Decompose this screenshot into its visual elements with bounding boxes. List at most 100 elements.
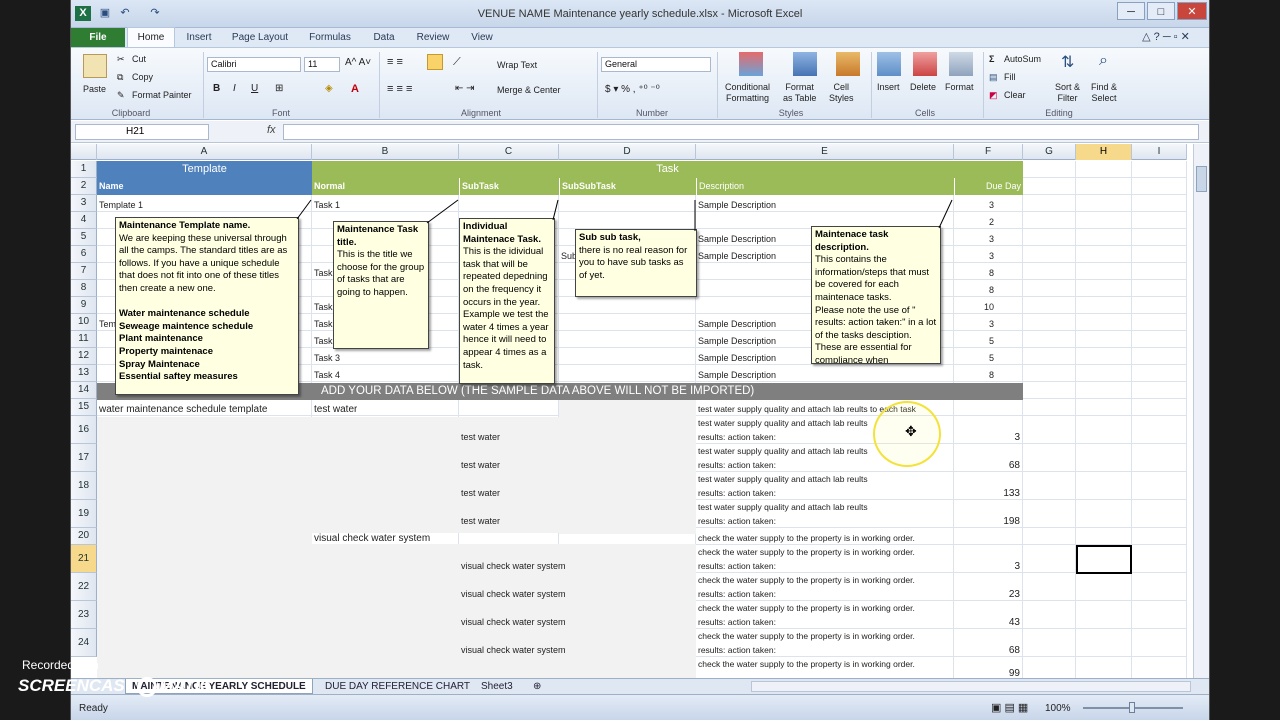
vertical-scrollbar[interactable]: [1193, 144, 1209, 678]
cell-e5[interactable]: Sample Description: [698, 234, 776, 244]
row-header[interactable]: 7: [71, 263, 97, 280]
cell-f18[interactable]: 133: [964, 488, 1020, 499]
cell-e22-line2[interactable]: results: action taken:: [698, 589, 776, 599]
fill-color-icon[interactable]: ◈: [325, 83, 333, 94]
row-header[interactable]: 11: [71, 331, 97, 348]
row-header[interactable]: 20: [71, 528, 97, 545]
cell-c22[interactable]: visual check water system: [461, 589, 566, 599]
row-header[interactable]: 19: [71, 500, 97, 528]
format-button[interactable]: Format: [945, 82, 974, 92]
zoom-level[interactable]: 100%: [1045, 703, 1071, 714]
find-select-button[interactable]: Find & Select: [1091, 82, 1117, 104]
format-painter-button[interactable]: Format Painter: [132, 90, 192, 100]
cut-button[interactable]: Cut: [132, 54, 146, 64]
row-header[interactable]: 13: [71, 365, 97, 382]
column-header-g[interactable]: G: [1023, 144, 1076, 160]
cell-e17-line1[interactable]: test water supply quality and attach lab…: [698, 446, 868, 456]
cell-e16-line2[interactable]: results: action taken:: [698, 432, 776, 442]
cell-a10[interactable]: Tem: [99, 319, 116, 329]
font-size-combo[interactable]: 11: [304, 57, 340, 72]
cell-e13[interactable]: Sample Description: [698, 370, 776, 380]
currency-icon[interactable]: $ ▾ % , ⁺⁰ ⁻⁰: [605, 84, 660, 95]
cell-f7[interactable]: 8: [964, 268, 994, 278]
row-header[interactable]: 22: [71, 573, 97, 601]
row-header[interactable]: 9: [71, 297, 97, 314]
cell-e18-line1[interactable]: test water supply quality and attach lab…: [698, 474, 868, 484]
align-top-icon[interactable]: ≡ ≡: [387, 56, 403, 68]
row-header[interactable]: 15: [71, 399, 97, 416]
cell-c16[interactable]: test water: [461, 432, 500, 442]
number-format-combo[interactable]: General: [601, 57, 711, 72]
column-header-c[interactable]: C: [459, 144, 559, 160]
cell-b11[interactable]: Task: [314, 336, 333, 346]
sort-filter-button[interactable]: Sort & Filter: [1055, 82, 1080, 104]
copy-button[interactable]: Copy: [132, 72, 153, 82]
formula-input[interactable]: [283, 124, 1199, 140]
cell-e18-line2[interactable]: results: action taken:: [698, 488, 776, 498]
tab-insert[interactable]: Insert: [177, 28, 221, 47]
name-box[interactable]: H21: [75, 124, 209, 140]
cell-f8[interactable]: 8: [964, 285, 994, 295]
row-header[interactable]: 21: [71, 545, 97, 573]
font-color-icon[interactable]: A: [351, 83, 359, 95]
help-icon[interactable]: △ ? ─ ▫ ✕: [1131, 28, 1201, 47]
tab-formulas[interactable]: Formulas: [303, 28, 357, 47]
cell-e16-line1[interactable]: test water supply quality and attach lab…: [698, 418, 868, 428]
align-bottom-icon[interactable]: [427, 54, 443, 70]
row-header[interactable]: 23: [71, 601, 97, 629]
cell-b15[interactable]: test water: [314, 404, 357, 415]
cell-f3[interactable]: 3: [964, 200, 994, 210]
cell-e22-line1[interactable]: check the water supply to the property i…: [698, 575, 915, 585]
cell-f10[interactable]: 3: [964, 319, 994, 329]
italic-icon[interactable]: I: [233, 83, 236, 94]
horizontal-scrollbar[interactable]: [751, 681, 1191, 692]
cell-e19-line1[interactable]: test water supply quality and attach lab…: [698, 502, 868, 512]
merge-center-button[interactable]: Merge & Center: [497, 85, 561, 95]
format-as-table-button[interactable]: Format as Table: [783, 82, 816, 104]
autosum-button[interactable]: AutoSum: [1004, 54, 1041, 64]
maximize-button[interactable]: □: [1147, 2, 1175, 20]
cell-e6[interactable]: Sample Description: [698, 251, 776, 261]
row-header[interactable]: 2: [71, 178, 97, 195]
row-header[interactable]: 14: [71, 382, 97, 399]
page-view-icons[interactable]: ▣ ▤ ▦: [991, 701, 1028, 714]
cell-e25-line1[interactable]: check the water supply to the property i…: [698, 659, 915, 669]
cell-f23[interactable]: 43: [964, 617, 1020, 628]
active-cell-h21[interactable]: [1076, 545, 1132, 574]
paste-button[interactable]: Paste: [83, 84, 106, 94]
cell-c19[interactable]: test water: [461, 516, 500, 526]
orientation-icon[interactable]: ⟋: [453, 56, 461, 69]
row-header[interactable]: 16: [71, 416, 97, 444]
cell-a3[interactable]: Template 1: [99, 200, 143, 210]
underline-icon[interactable]: U: [251, 83, 258, 94]
cell-e10[interactable]: Sample Description: [698, 319, 776, 329]
cell-styles-button[interactable]: Cell Styles: [829, 82, 854, 104]
tab-data[interactable]: Data: [365, 28, 403, 47]
cell-e23-line2[interactable]: results: action taken:: [698, 617, 776, 627]
conditional-formatting-button[interactable]: Conditional Formatting: [725, 82, 770, 104]
indent-icon[interactable]: ⇤ ⇥: [455, 83, 475, 94]
cell-e12[interactable]: Sample Description: [698, 353, 776, 363]
row-header[interactable]: 6: [71, 246, 97, 263]
cell-b9[interactable]: Task: [314, 302, 333, 312]
sheet-tab-due-day[interactable]: DUE DAY REFERENCE CHART: [319, 679, 476, 694]
cell-f21[interactable]: 3: [964, 561, 1020, 572]
tab-view[interactable]: View: [463, 28, 501, 47]
cell-f5[interactable]: 3: [964, 234, 994, 244]
cell-a15[interactable]: water maintenance schedule template: [99, 404, 267, 415]
cell-f6[interactable]: 3: [964, 251, 994, 261]
cell-b7[interactable]: Task: [314, 268, 333, 278]
cell-b20[interactable]: visual check water system: [314, 533, 430, 544]
cell-f9[interactable]: 10: [964, 302, 994, 312]
cell-f24[interactable]: 68: [964, 645, 1020, 656]
row-header[interactable]: 24: [71, 629, 97, 657]
sheet-tab-sheet3[interactable]: Sheet3: [475, 679, 519, 694]
cell-b10[interactable]: Task: [314, 319, 333, 329]
zoom-slider-thumb[interactable]: [1129, 702, 1135, 713]
cell-f11[interactable]: 5: [964, 336, 994, 346]
row-header[interactable]: 8: [71, 280, 97, 297]
delete-button[interactable]: Delete: [910, 82, 936, 92]
cell-e20[interactable]: check the water supply to the property i…: [698, 533, 915, 543]
borders-icon[interactable]: ⊞: [275, 83, 283, 94]
worksheet-grid[interactable]: A B C D E F G H I 1 2 3 4 5 6 7 8 9 10 11 12 13 14 15 1…: [71, 144, 1187, 678]
